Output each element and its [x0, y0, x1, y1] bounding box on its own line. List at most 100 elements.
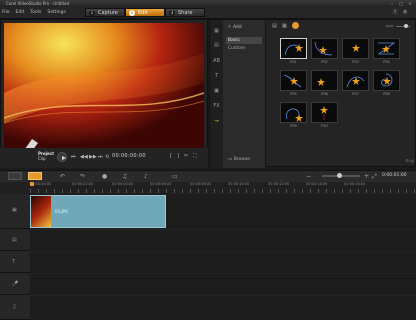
music-track-icon[interactable]: ♫: [12, 304, 16, 310]
ruler-tick: 00:00:14:00: [306, 182, 328, 186]
ruler-tick: 00:00:02:00: [72, 182, 94, 186]
instant-project-icon[interactable]: ▤: [213, 42, 220, 49]
path-thumb[interactable]: P09: [280, 102, 307, 128]
tab-label: Capture: [98, 9, 118, 16]
previous-frame-icon[interactable]: ◀◀: [80, 154, 88, 160]
library-bottom-bar: ⚙ ▤: [268, 158, 414, 166]
record-capture-icon[interactable]: ●: [102, 172, 107, 181]
menu-file[interactable]: File: [2, 7, 10, 18]
storyboard-view-button[interactable]: [8, 172, 22, 180]
ruler-tick: 00:00:08:00: [190, 182, 212, 186]
path-thumb[interactable]: P02: [311, 38, 338, 64]
next-frame-icon[interactable]: ▶▶: [89, 154, 97, 160]
library-category-strip: ▦ ▤ AB T ▣ FX ↝: [210, 20, 223, 168]
thumbnail-size-knob[interactable]: [404, 24, 408, 28]
video-track-icon[interactable]: ▣: [12, 207, 17, 213]
tab-edit[interactable]: 2 Edit: [125, 8, 165, 17]
timeline-timecode[interactable]: 0:00:01:00: [382, 173, 407, 178]
undo-icon[interactable]: ↶: [60, 172, 65, 181]
ruler-tick: 00:00:12:00: [268, 182, 290, 186]
enlarge-icon[interactable]: ⛶: [193, 153, 197, 159]
home-icon[interactable]: ⏮: [71, 154, 76, 160]
thumb-label: P02: [321, 60, 328, 64]
ruler-tick: 00:00:06:00: [150, 182, 172, 186]
show-options-icon[interactable]: [292, 22, 299, 29]
play-button[interactable]: [57, 152, 67, 162]
split-icon[interactable]: ✂: [184, 153, 188, 159]
redo-icon[interactable]: ↷: [80, 172, 85, 181]
add-button[interactable]: ＋ Add: [227, 24, 242, 30]
window-title: Corel VideoStudio Pro - Untitled: [6, 1, 70, 6]
close-button[interactable]: ×: [407, 1, 413, 6]
minimize-button[interactable]: –: [389, 1, 395, 6]
repeat-icon[interactable]: ⟲: [105, 154, 109, 160]
media-icon[interactable]: ▦: [213, 28, 220, 35]
tab-share[interactable]: 3 Share: [165, 8, 205, 17]
path-icon[interactable]: ↝: [213, 118, 220, 125]
menu-tools[interactable]: Tools: [30, 7, 41, 18]
thumbnail-size-icon[interactable]: ▭▭: [386, 23, 394, 28]
path-thumb[interactable]: P08: [373, 70, 400, 96]
clip-mode-label[interactable]: Clip: [38, 156, 54, 161]
zoom-out-icon[interactable]: −: [306, 172, 311, 181]
view-grid-icon[interactable]: ▦: [282, 23, 287, 29]
tab-label: Share: [178, 9, 193, 16]
voice-track-icon[interactable]: 🎤: [12, 281, 18, 287]
view-list-icon[interactable]: ▤: [272, 23, 277, 29]
filter-icon[interactable]: FX: [213, 103, 220, 110]
sound-mixer-icon[interactable]: ♫: [122, 172, 127, 181]
help-icon[interactable]: ?: [392, 9, 398, 15]
title-icon[interactable]: T: [213, 73, 220, 80]
zoom-slider-knob[interactable]: [337, 173, 342, 178]
graphic-icon[interactable]: ▣: [213, 88, 220, 95]
preview-window: [4, 23, 204, 159]
mark-in-icon[interactable]: [: [170, 153, 172, 159]
track-divider: [30, 229, 416, 230]
transition-icon[interactable]: AB: [213, 58, 220, 65]
player-panel: [ ]: [0, 19, 208, 167]
path-thumb[interactable]: P06: [311, 70, 338, 96]
clip-thumbnail: [31, 196, 51, 227]
category-custom[interactable]: Custom: [228, 46, 245, 51]
settings-icon[interactable]: ⚙: [402, 9, 408, 15]
transport-bar: Project Clip ⏮ ◀◀ ▶▶ ⏭ ⟲ 00:00:00:00 [ ]…: [0, 148, 208, 168]
browse-label: Browse: [233, 157, 251, 162]
path-thumb[interactable]: P01: [280, 38, 307, 64]
playhead-marker[interactable]: [30, 182, 34, 186]
timecode-display[interactable]: 00:00:00:00: [112, 153, 146, 159]
ruler-tick: 00:00:10:00: [228, 182, 250, 186]
menu-edit[interactable]: Edit: [16, 7, 25, 18]
category-basic[interactable]: Basic: [226, 37, 262, 44]
library-options-icon[interactable]: ⚙ ▤: [405, 158, 414, 163]
browse-button[interactable]: ▭ Browse: [228, 157, 250, 162]
play-mode-labels: Project Clip: [38, 151, 54, 161]
step-number: 3: [169, 9, 175, 16]
video-track-header: ▣: [0, 194, 30, 229]
title-track-icon[interactable]: T: [12, 259, 15, 265]
path-thumb[interactable]: P07: [342, 70, 369, 96]
category-list: ＋ Add Basic Custom ▭ Browse: [223, 20, 266, 168]
thumb-label: P06: [321, 92, 328, 96]
end-icon[interactable]: ⏭: [98, 154, 103, 160]
zoom-in-icon[interactable]: +: [364, 172, 369, 181]
mark-out-icon[interactable]: ]: [177, 153, 179, 159]
track-divider: [30, 295, 416, 296]
path-thumb[interactable]: P10: [311, 102, 338, 128]
tab-label: Edit: [138, 9, 148, 16]
menu-settings[interactable]: Settings: [47, 7, 65, 18]
thumb-label: P03: [352, 60, 359, 64]
maximize-button[interactable]: □: [398, 1, 404, 6]
title-bar: Corel VideoStudio Pro - Untitled – □ ×: [0, 0, 416, 7]
timeline-view-button[interactable]: [28, 172, 42, 180]
menu-bar: File Edit Tools Settings 1 Capture 2 Edi…: [0, 7, 416, 19]
fit-project-icon[interactable]: ⤢: [372, 172, 377, 181]
video-clip[interactable]: 03.JPG: [30, 195, 166, 228]
subtitle-editor-icon[interactable]: ▭: [172, 172, 178, 181]
tab-capture[interactable]: 1 Capture: [85, 8, 125, 17]
auto-music-icon[interactable]: ♪: [144, 172, 148, 181]
path-thumb[interactable]: P05: [280, 70, 307, 96]
path-thumb[interactable]: P04: [373, 38, 400, 64]
overlay-track-icon[interactable]: ▤: [12, 237, 17, 243]
ruler-tick: 00:00:04:00: [112, 182, 134, 186]
path-thumb[interactable]: P03: [342, 38, 369, 64]
